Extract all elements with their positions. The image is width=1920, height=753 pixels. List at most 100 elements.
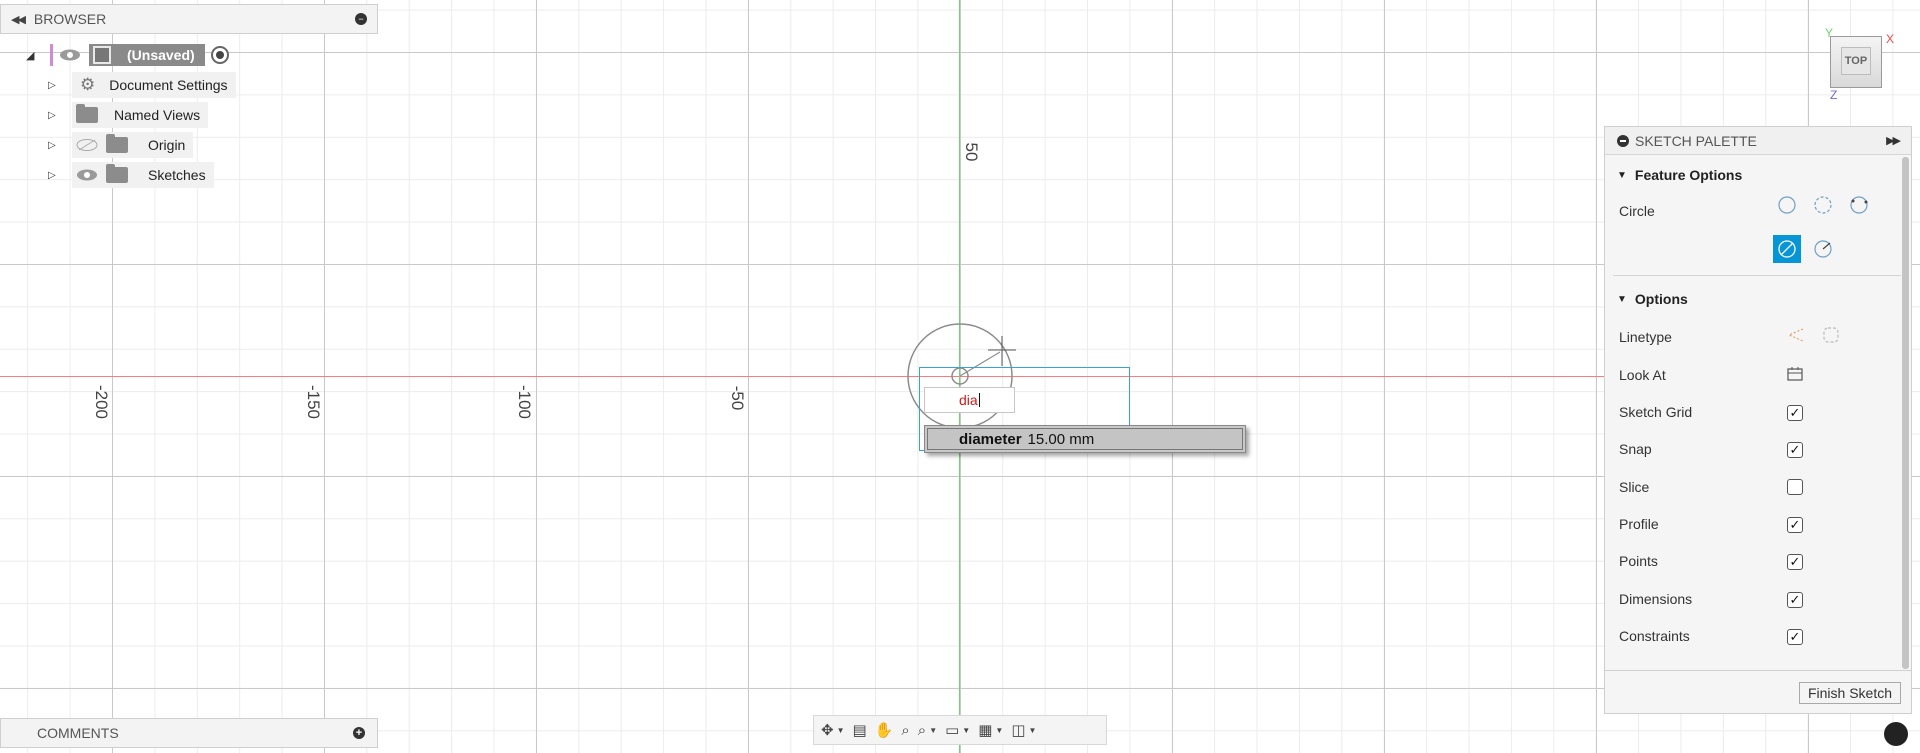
eye-hidden-icon[interactable] (76, 139, 98, 151)
option-profile-label: Profile (1619, 516, 1659, 532)
look-at-icon: ▤ (852, 722, 867, 739)
orbit-button[interactable]: ✥ ▼ (818, 717, 848, 743)
sketch-grid-checkbox[interactable]: ✓ (1787, 405, 1803, 421)
zoom-button[interactable]: ⌕ (898, 717, 912, 743)
tree-root-unsaved[interactable]: ◢ (Unsaved) (26, 42, 229, 68)
circle-label: Circle (1619, 203, 1655, 219)
option-points-label: Points (1619, 553, 1658, 569)
tree-item-chip: Sketches (72, 162, 214, 188)
chevron-down-icon[interactable]: ▼ (929, 726, 937, 735)
radius-circle-tool[interactable] (1809, 235, 1837, 263)
tree-item-chip: Named Views (72, 102, 209, 128)
folder-icon (106, 164, 128, 183)
pan-button[interactable]: ✋ (872, 717, 897, 743)
activate-radio-icon[interactable] (210, 46, 229, 64)
zoom-icon: ⌕ (901, 721, 910, 739)
section-title: Feature Options (1634, 167, 1743, 183)
snap-checkbox[interactable]: ✓ (1787, 442, 1803, 458)
grid-icon: ▦ (978, 722, 993, 739)
viewcube-z-label: Z (1830, 88, 1838, 102)
viewports-icon: ◫ (1011, 722, 1026, 739)
tree-item-label: Document Settings (109, 77, 228, 93)
orbit-icon: ✥ (821, 722, 834, 739)
tree-item-chip: ⚙ Document Settings (72, 72, 236, 98)
add-comment-icon[interactable]: + (353, 727, 365, 739)
option-snap-label: Snap (1619, 441, 1652, 457)
center-circle-tool[interactable] (1773, 191, 1801, 219)
dimension-input[interactable]: dia (924, 387, 1015, 413)
component-icon (93, 46, 111, 64)
tree-item-label: Origin (148, 137, 186, 153)
tree-item-origin[interactable]: ▷ Origin (48, 132, 194, 158)
two-point-circle-tool[interactable] (1809, 191, 1837, 219)
viewports-button[interactable]: ◫ ▼ (1008, 717, 1039, 743)
constraints-checkbox[interactable]: ✓ (1787, 629, 1803, 645)
eye-icon[interactable] (59, 49, 81, 61)
option-linetype-label: Linetype (1619, 329, 1672, 345)
viewcube-face-top[interactable]: TOP (1841, 47, 1871, 75)
collapse-triangle-icon[interactable]: ▼ (1617, 294, 1627, 305)
root-label: (Unsaved) (127, 47, 195, 63)
chevron-down-icon[interactable]: ▼ (962, 726, 970, 735)
sketch-palette-header[interactable]: SKETCH PALETTE ▶▶ (1605, 127, 1911, 155)
three-point-circle-tool[interactable] (1845, 191, 1873, 219)
expand-right-icon[interactable]: ▶▶ (1886, 134, 1901, 147)
viewcube[interactable]: TOP (1830, 36, 1882, 88)
section-divider (1613, 275, 1901, 276)
display-settings-icon: ▭ (945, 722, 960, 739)
suggestion-item[interactable]: diameter 15.00 mm (927, 428, 1243, 450)
collapse-triangle-icon[interactable]: ▼ (1617, 170, 1627, 181)
slice-checkbox[interactable] (1787, 479, 1803, 495)
corner-status-icon[interactable] (1884, 722, 1908, 746)
diameter-circle-tool[interactable] (1773, 235, 1801, 263)
tree-item-label: Sketches (148, 167, 206, 183)
dimensions-checkbox[interactable]: ✓ (1787, 592, 1803, 608)
text-caret (978, 393, 980, 407)
profile-checkbox[interactable]: ✓ (1787, 517, 1803, 533)
fit-icon: ⌕ (917, 721, 927, 739)
pan-hand-icon: ✋ (874, 722, 894, 739)
chevron-down-icon[interactable]: ▼ (1029, 726, 1037, 735)
fit-button[interactable]: ⌕ ▼ (915, 717, 940, 743)
tree-item-named-views[interactable]: ▷ Named Views (48, 102, 209, 128)
feature-options-section[interactable]: ▼ Feature Options (1617, 167, 1742, 183)
browser-title: BROWSER (33, 11, 107, 27)
autocomplete-suggestion[interactable]: diameter 15.00 mm (924, 425, 1246, 453)
gear-icon: ⚙ (80, 75, 96, 94)
expand-triangle-icon[interactable]: ▷ (48, 110, 58, 121)
option-dimensions-label: Dimensions (1619, 591, 1693, 607)
options-section[interactable]: ▼ Options (1617, 291, 1688, 307)
expand-triangle-icon[interactable]: ▷ (48, 170, 58, 181)
expand-triangle-icon[interactable]: ▷ (48, 80, 58, 91)
option-slice-label: Slice (1619, 479, 1650, 495)
tree-item-document-settings[interactable]: ▷ ⚙ Document Settings (48, 72, 236, 98)
option-look-at-label: Look At (1619, 367, 1666, 383)
folder-icon (106, 134, 128, 153)
root-component-chip[interactable]: (Unsaved) (89, 44, 205, 66)
eye-icon[interactable] (76, 169, 98, 181)
construction-linetype-icon[interactable] (1781, 321, 1809, 349)
comments-panel[interactable]: COMMENTS + (0, 718, 378, 748)
expand-triangle-icon[interactable]: ◢ (26, 49, 36, 62)
minimize-icon[interactable]: − (355, 13, 367, 25)
option-sketch-grid-label: Sketch Grid (1619, 404, 1693, 420)
section-title: Options (1634, 291, 1688, 307)
browser-header[interactable]: ◀◀ BROWSER − (0, 4, 378, 34)
display-settings-button[interactable]: ▭ ▼ (942, 717, 973, 743)
chevron-down-icon[interactable]: ▼ (837, 726, 845, 735)
dimension-input-text: dia (959, 392, 978, 408)
points-checkbox[interactable]: ✓ (1787, 554, 1803, 570)
chevron-down-icon[interactable]: ▼ (995, 726, 1003, 735)
palette-scrollbar[interactable] (1902, 157, 1909, 669)
look-at-icon[interactable] (1781, 359, 1809, 387)
minimize-icon[interactable] (1617, 134, 1629, 147)
look-at-button[interactable]: ▤ (850, 717, 870, 743)
grid-settings-button[interactable]: ▦ ▼ (975, 717, 1006, 743)
collapse-left-icon[interactable]: ◀◀ (11, 13, 26, 26)
finish-sketch-button[interactable]: Finish Sketch (1799, 682, 1901, 704)
tree-item-chip: Origin (72, 132, 194, 158)
centerline-linetype-icon[interactable] (1817, 321, 1845, 349)
tree-item-sketches[interactable]: ▷ Sketches (48, 162, 214, 188)
expand-triangle-icon[interactable]: ▷ (48, 140, 58, 151)
option-constraints-label: Constraints (1619, 628, 1690, 644)
